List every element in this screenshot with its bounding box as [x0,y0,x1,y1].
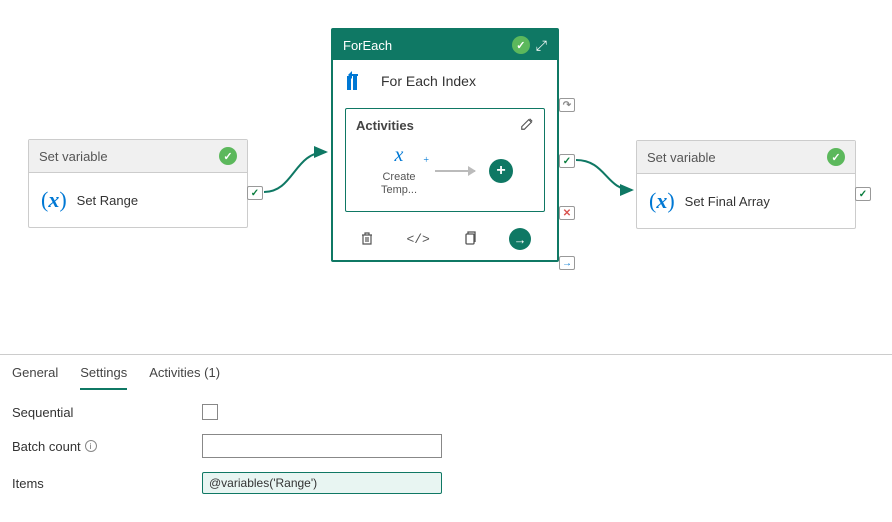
output-port-failure[interactable]: ✕ [559,206,575,220]
sequential-checkbox[interactable] [202,404,218,420]
node-body: (x) Set Range [29,173,247,227]
output-port-success[interactable]: ✓ [855,187,871,201]
node-type-label: Set variable [39,149,108,164]
output-port-success[interactable]: ✓ [247,186,263,200]
output-port-success[interactable]: ✓ [559,154,575,168]
node-title: Set Final Array [685,194,770,209]
items-label: Items [12,476,202,491]
tabs-bar: General Settings Activities (1) [0,355,892,390]
add-activity-button[interactable]: + [489,159,513,183]
collapse-icon[interactable]: ⤢ [536,37,547,54]
tab-settings[interactable]: Settings [80,365,127,390]
delete-icon[interactable] [359,230,375,249]
node-set-range[interactable]: Set variable ✓ (x) Set Range ✓ [28,139,248,228]
code-icon[interactable]: </> [406,232,429,247]
foreach-header-label: ForEach [343,38,392,53]
status-success-icon: ✓ [827,148,845,166]
foreach-title: For Each Index [381,73,476,89]
foreach-toolbar: </> → [333,222,557,260]
activities-container: Activities x+ Create Temp... + [345,108,545,212]
edit-icon[interactable] [520,117,534,134]
node-header: Set variable ✓ [29,140,247,173]
foreach-title-row: For Each Index [333,60,557,102]
node-header: Set variable ✓ [637,141,855,174]
settings-form: Sequential Batch count i Items @variable… [0,390,892,522]
node-title: Set Range [77,193,138,208]
batch-count-label: Batch count [12,439,81,454]
status-success-icon: ✓ [512,36,530,54]
status-success-icon: ✓ [219,147,237,165]
foreach-header: ForEach ✓ ⤢ [333,30,557,60]
node-type-label: Set variable [647,150,716,165]
inner-activity-label: Create Temp... [377,171,421,197]
variable-icon: (x) [649,188,675,214]
sequential-label: Sequential [12,405,202,420]
info-icon[interactable]: i [85,440,97,452]
arrow-icon [435,170,475,172]
variable-add-icon: x+ [377,144,421,167]
pipeline-canvas[interactable]: Set variable ✓ (x) Set Range ✓ ForEach ✓… [0,0,892,340]
tab-general[interactable]: General [12,365,58,390]
connector-setrange-to-foreach [264,140,334,200]
output-port-completion[interactable]: → [559,256,575,270]
port-skip[interactable]: ↷ [559,98,575,112]
variable-icon: (x) [41,187,67,213]
node-body: (x) Set Final Array [637,174,855,228]
connector-foreach-to-setfinal [576,152,640,202]
inner-activity-create-temp[interactable]: x+ Create Temp... [377,144,421,197]
batch-count-input[interactable] [202,434,442,458]
go-button[interactable]: → [509,228,531,250]
tab-activities[interactable]: Activities (1) [149,365,220,390]
items-input[interactable]: @variables('Range') [202,472,442,494]
activities-label: Activities [356,118,414,133]
node-foreach[interactable]: ForEach ✓ ⤢ For Each Index Activities [331,28,559,262]
node-set-final-array[interactable]: Set variable ✓ (x) Set Final Array ✓ [636,140,856,229]
loop-icon [345,70,369,92]
copy-icon[interactable] [462,230,478,249]
